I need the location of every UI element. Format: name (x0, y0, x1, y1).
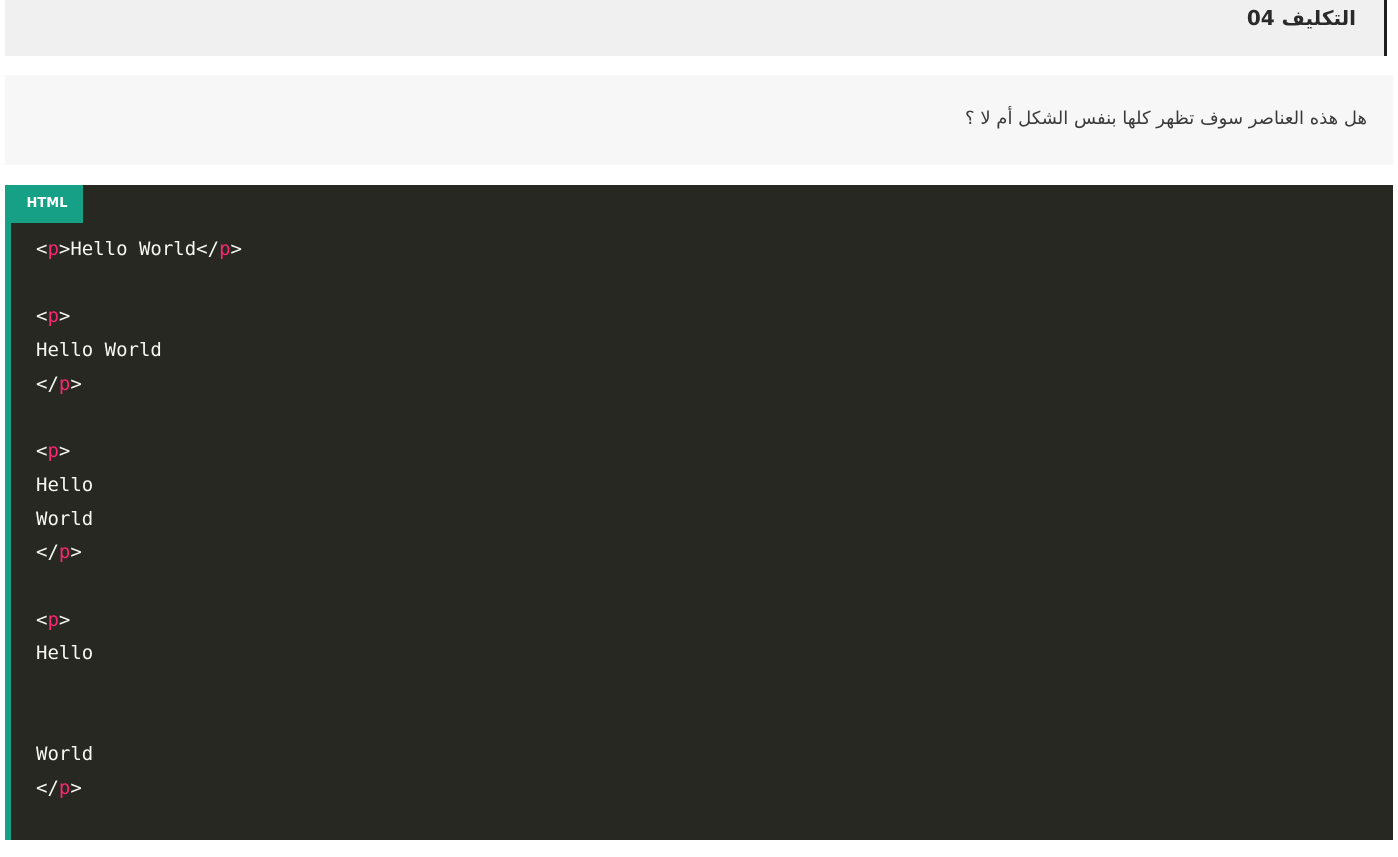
code-token: > (58, 440, 71, 463)
code-token: < (36, 608, 48, 631)
code-token: Hello (36, 473, 94, 496)
code-line: </p> (36, 368, 242, 402)
code-line: Hello (36, 469, 242, 503)
assignment-title: التكليف 04 (1246, 6, 1356, 30)
code-block: HTML <p>Hello World</p> <p> Hello World </p… (5, 185, 1393, 840)
code-tag-name: p (47, 440, 59, 463)
code-line: Hello World (36, 334, 242, 368)
code-tag-name: p (47, 305, 59, 328)
code-line: World (36, 503, 242, 537)
code-token: < (36, 238, 48, 260)
code-tag-name: p (58, 541, 71, 564)
code-line: <p>Hello World</p> (36, 233, 242, 267)
code-line: <p> (36, 300, 242, 334)
code-token: > (58, 608, 71, 631)
code-line: </p> (36, 536, 242, 570)
code-token: Hello World (36, 339, 162, 362)
code-token: Hello (36, 642, 94, 665)
code-tag-name: p (219, 238, 231, 260)
language-badge: HTML (11, 185, 83, 223)
code-line: <p> (36, 435, 242, 469)
code-line: <p> (36, 604, 242, 638)
code-token: < (36, 305, 48, 328)
code-token: > (70, 541, 82, 564)
code-token: </ (36, 372, 59, 395)
code-token: </ (36, 541, 59, 564)
code-line: World (36, 738, 242, 772)
code-token: > (58, 305, 71, 328)
code-tag-name: p (58, 777, 71, 799)
question-text: هل هذه العناصر سوف تظهر كلها بنفس الشكل … (965, 108, 1367, 129)
code-line: </p> (36, 772, 242, 806)
code-token: > (70, 777, 82, 799)
assignment-header: التكليف 04 (5, 0, 1387, 56)
code-token: > (230, 238, 242, 260)
code-token: < (36, 440, 48, 463)
code-token: > (70, 372, 82, 395)
code-tag-name: p (47, 238, 59, 260)
question-box: هل هذه العناصر سوف تظهر كلها بنفس الشكل … (5, 75, 1393, 165)
code-token: World (36, 743, 94, 766)
code-line: Hello (36, 637, 242, 671)
code-tag-name: p (58, 372, 71, 395)
code-token: >Hello World</ (58, 238, 220, 260)
code-tag-name: p (47, 608, 59, 631)
code-lines: <p>Hello World</p> <p> Hello World </p> <p> H… (36, 233, 242, 806)
code-token: </ (36, 777, 59, 799)
code-token: World (36, 507, 94, 530)
